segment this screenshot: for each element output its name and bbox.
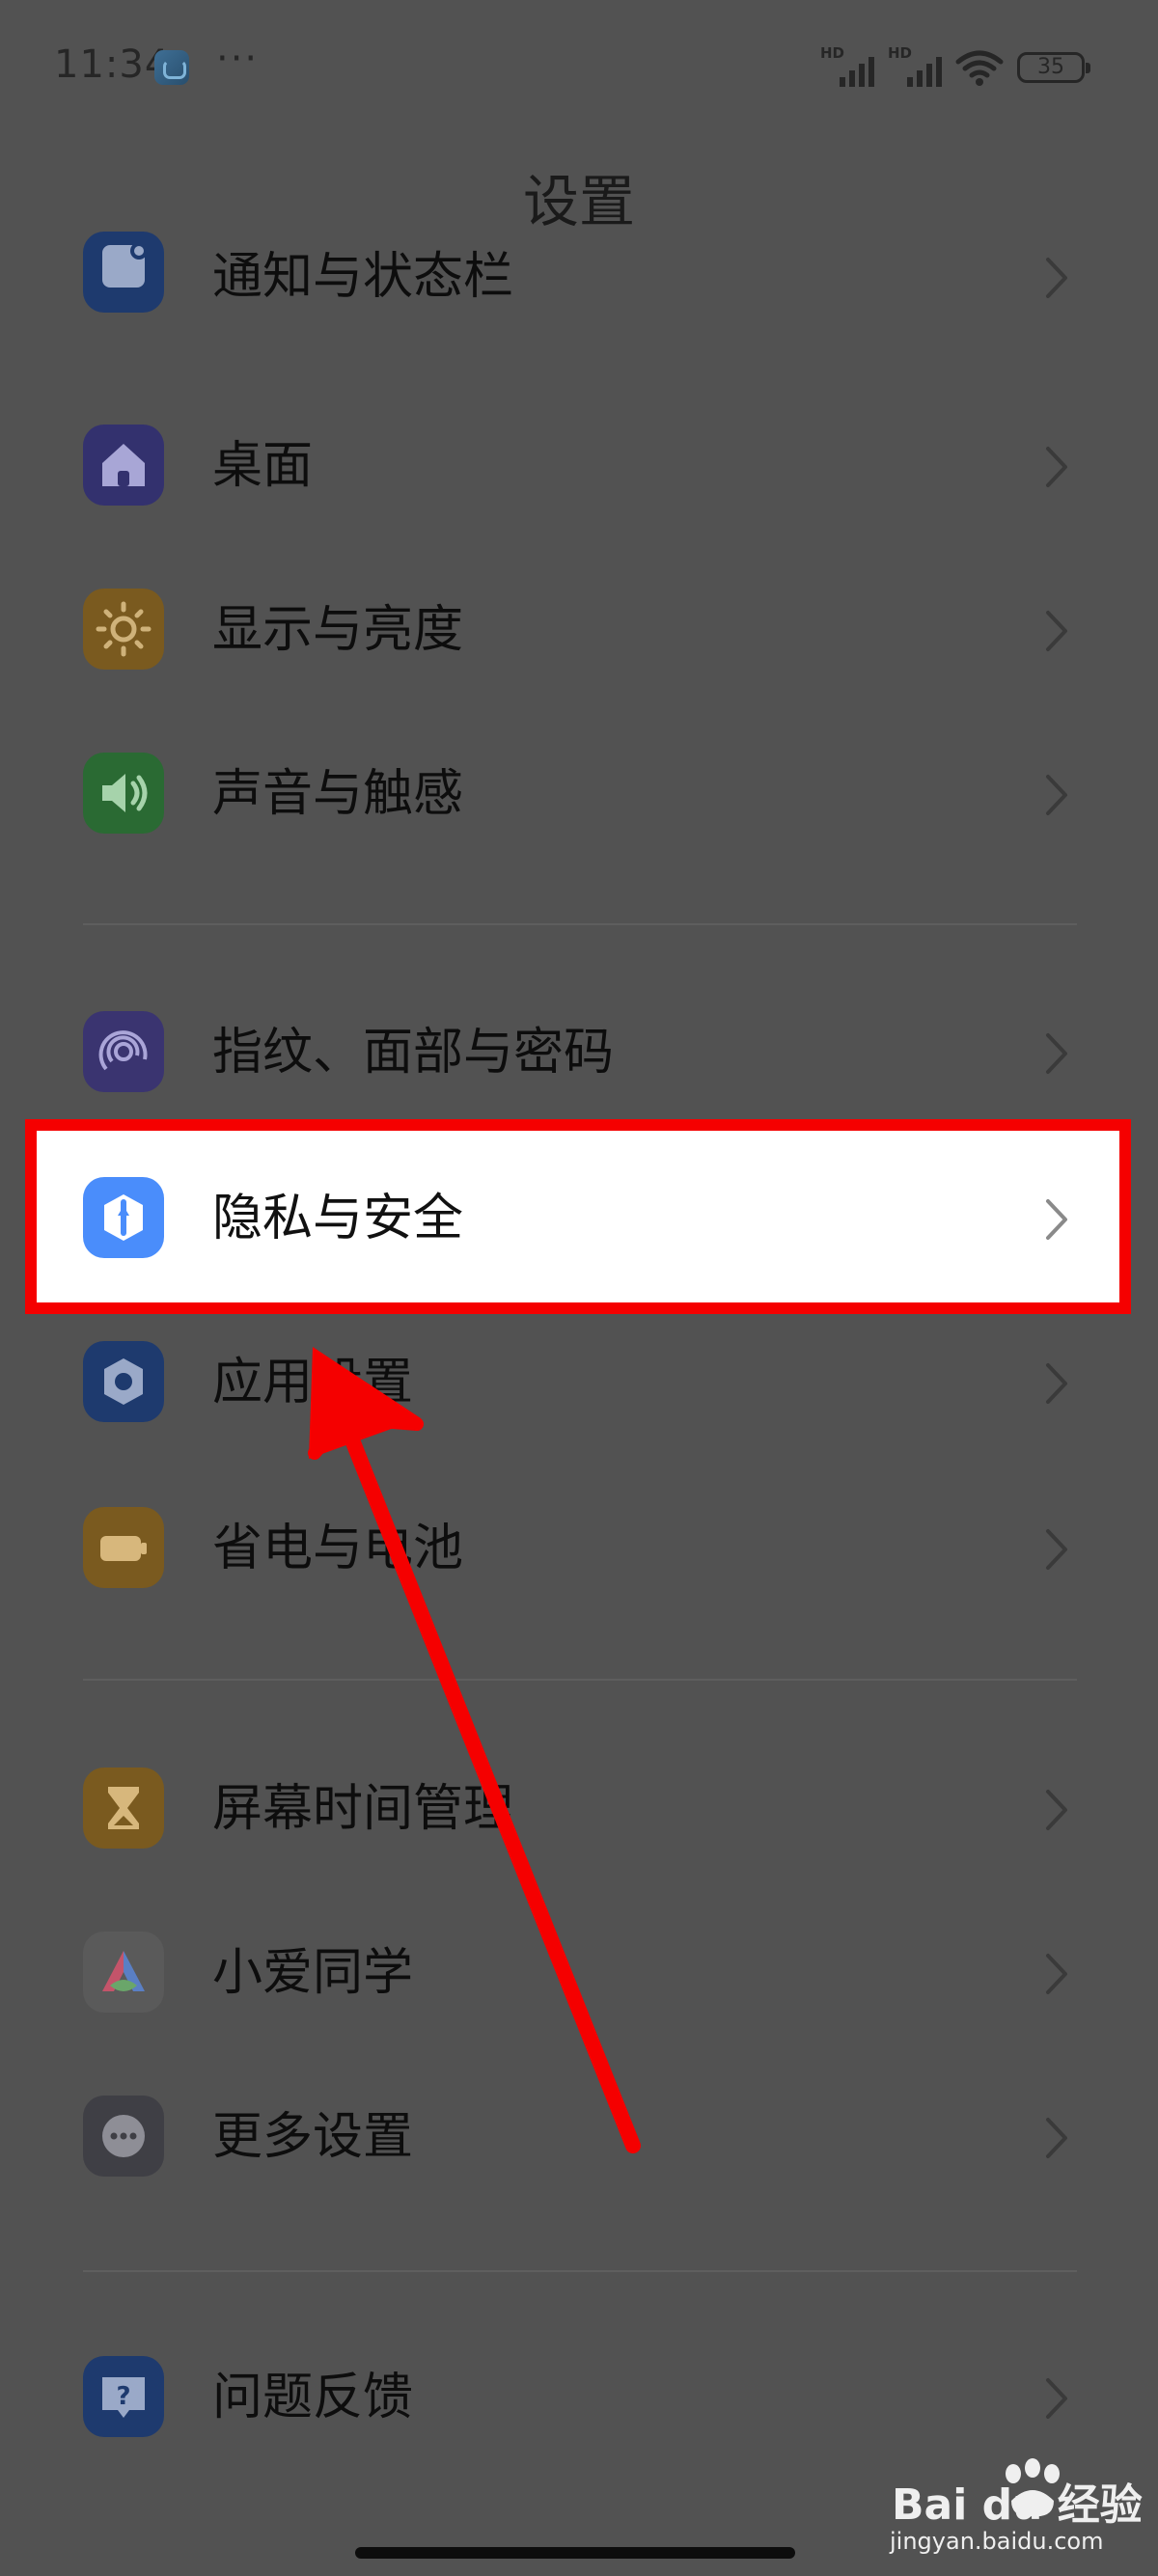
chevron-right-icon	[1046, 258, 1067, 298]
fingerprint-icon	[83, 1011, 164, 1092]
section-divider	[83, 923, 1077, 925]
status-time: 11:34	[54, 42, 171, 87]
settings-item-display[interactable]: 显示与亮度	[0, 548, 1158, 712]
section-divider	[83, 1679, 1077, 1681]
watermark-url: jingyan.baidu.com	[890, 2528, 1104, 2555]
settings-item-desktop[interactable]: 桌面	[0, 384, 1158, 548]
settings-item-label: 通知与状态栏	[212, 248, 514, 306]
settings-item-label: 屏幕时间管理	[212, 1780, 514, 1838]
chevron-right-icon	[1046, 1033, 1067, 1074]
settings-item-screen-time[interactable]: 屏幕时间管理	[0, 1727, 1158, 1891]
chevron-right-icon	[1046, 775, 1067, 815]
sun-icon	[83, 589, 164, 670]
settings-item-label: 隐私与安全	[212, 1190, 464, 1247]
more-notifications-icon: ···	[216, 37, 260, 81]
settings-item-label: 小爱同学	[212, 1944, 414, 2002]
notification-app-icon	[154, 50, 189, 85]
more-icon	[83, 2096, 164, 2177]
battery-icon	[83, 1507, 164, 1588]
settings-item-app-settings[interactable]: 应用设置	[0, 1301, 1158, 1465]
home-icon	[83, 425, 164, 506]
battery-indicator: 35	[1017, 52, 1090, 83]
settings-item-label: 声音与触感	[212, 765, 464, 823]
settings-item-battery[interactable]: 省电与电池	[0, 1466, 1158, 1631]
settings-item-privacy-security[interactable]: 隐私与安全	[0, 1137, 1158, 1301]
settings-item-label: 更多设置	[212, 2108, 414, 2166]
settings-item-sound[interactable]: 声音与触感	[0, 712, 1158, 876]
cellular-signal-2-icon: HD	[888, 44, 942, 87]
notification-icon	[83, 232, 164, 313]
section-divider	[83, 2270, 1077, 2272]
settings-item-label: 桌面	[212, 437, 314, 495]
settings-item-label: 问题反馈	[212, 2369, 414, 2426]
chevron-right-icon	[1046, 611, 1067, 651]
settings-item-label: 省电与电池	[212, 1520, 464, 1577]
xiaoai-icon	[83, 1932, 164, 2013]
settings-item-label: 指纹、面部与密码	[212, 1024, 615, 1082]
home-indicator[interactable]	[355, 2547, 795, 2559]
settings-item-notifications[interactable]: 通知与状态栏	[0, 218, 1158, 382]
settings-item-feedback[interactable]: ? 问题反馈	[0, 2316, 1158, 2480]
status-indicators: HD HD 35	[820, 44, 1090, 89]
chevron-right-icon	[1046, 2378, 1067, 2419]
privacy-shield-icon	[83, 1177, 164, 1258]
svg-text:?: ?	[116, 2382, 130, 2411]
watermark-brand: Bai du 经验	[892, 2480, 1143, 2530]
hourglass-icon	[83, 1768, 164, 1849]
cellular-signal-1-icon: HD	[820, 44, 874, 87]
settings-item-more-settings[interactable]: 更多设置	[0, 2055, 1158, 2219]
feedback-icon: ?	[83, 2356, 164, 2437]
status-bar: 11:34 ··· HD HD 35	[0, 0, 1158, 135]
chevron-right-icon	[1046, 1363, 1067, 1404]
speaker-icon	[83, 753, 164, 834]
chevron-right-icon	[1046, 1790, 1067, 1830]
chevron-right-icon	[1046, 2118, 1067, 2158]
settings-item-xiaoai[interactable]: 小爱同学	[0, 1891, 1158, 2055]
chevron-right-icon	[1046, 1199, 1067, 1240]
chevron-right-icon	[1046, 1529, 1067, 1570]
wifi-icon	[955, 50, 1004, 86]
settings-item-label: 显示与亮度	[212, 601, 464, 659]
chevron-right-icon	[1046, 1954, 1067, 1994]
chevron-right-icon	[1046, 447, 1067, 487]
app-settings-icon	[83, 1341, 164, 1422]
settings-item-label: 应用设置	[212, 1354, 414, 1411]
settings-item-fingerprint-face-password[interactable]: 指纹、面部与密码	[0, 971, 1158, 1135]
